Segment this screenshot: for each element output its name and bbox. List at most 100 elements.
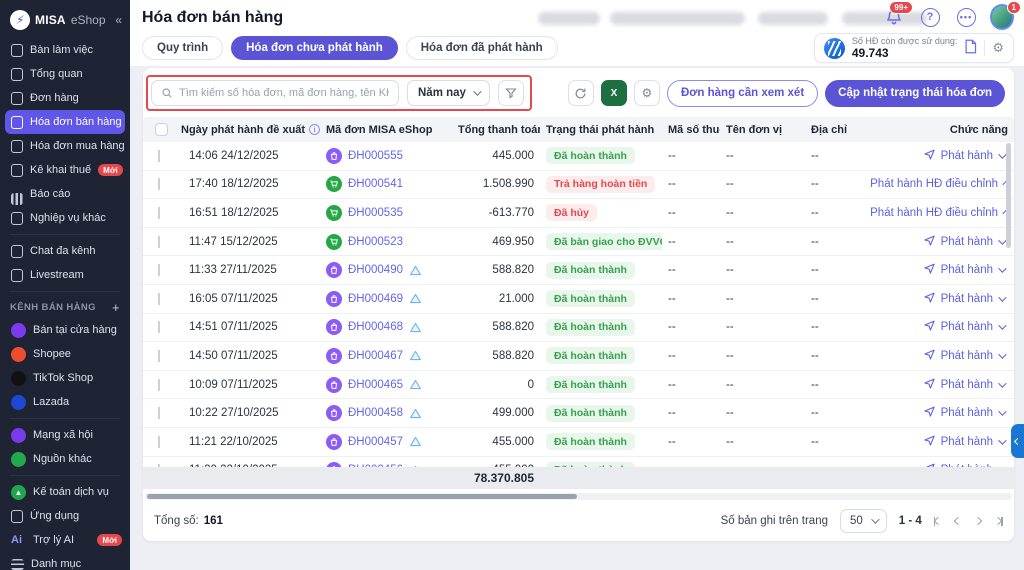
next-page-button[interactable] bbox=[975, 518, 981, 524]
row-action-button[interactable]: Phát hành HĐ điều chỉnh bbox=[870, 176, 1014, 192]
more-options-icon[interactable]: ••• bbox=[954, 5, 978, 29]
sidebar-item-report[interactable]: Báo cáo bbox=[0, 182, 130, 206]
sidebar-item-apps[interactable]: Ứng dụng bbox=[0, 504, 130, 528]
order-code-link[interactable]: ĐH000541 bbox=[348, 178, 403, 190]
sidebar-item-sales-invoice[interactable]: Hóa đơn bán hàng bbox=[5, 110, 125, 134]
period-filter-dropdown[interactable]: Năm nay bbox=[407, 80, 490, 106]
select-all-checkbox[interactable] bbox=[155, 123, 168, 136]
warning-triangle-icon[interactable] bbox=[409, 264, 422, 277]
warning-triangle-icon[interactable] bbox=[409, 349, 422, 362]
filter-funnel-button[interactable] bbox=[498, 80, 524, 106]
total-amount: 499.000 bbox=[452, 407, 540, 419]
quota-settings-gear-icon[interactable]: ⚙ bbox=[992, 40, 1004, 56]
order-code-link[interactable]: ĐH000555 bbox=[348, 150, 403, 162]
store-channel-icon bbox=[326, 462, 342, 467]
add-channel-icon[interactable]: + bbox=[112, 300, 120, 315]
vertical-scrollbar[interactable] bbox=[1006, 143, 1011, 453]
row-action-button[interactable]: Phát hành bbox=[870, 377, 1014, 393]
sidebar-item-livestream[interactable]: Livestream bbox=[0, 263, 130, 287]
notification-badge: 99+ bbox=[889, 1, 913, 14]
sidebar-collapse-icon[interactable]: « bbox=[115, 13, 122, 27]
row-action-button[interactable]: Phát hành bbox=[870, 262, 1014, 278]
update-invoice-status-button[interactable]: Cập nhật trạng thái hóa đơn bbox=[825, 80, 1005, 107]
warning-triangle-icon[interactable] bbox=[409, 378, 422, 391]
info-icon[interactable]: i bbox=[309, 124, 320, 135]
row-checkbox[interactable] bbox=[158, 293, 160, 305]
row-checkbox[interactable] bbox=[158, 264, 160, 276]
vertical-scrollbar-thumb[interactable] bbox=[1006, 143, 1011, 248]
row-checkbox[interactable] bbox=[158, 464, 160, 467]
order-code-link[interactable]: ĐH000465 bbox=[348, 379, 403, 391]
notification-bell-icon[interactable]: 99+ bbox=[882, 5, 906, 29]
sidebar-item-tiktok[interactable]: TikTok Shop bbox=[0, 366, 130, 390]
sidebar-item-shopee[interactable]: Shopee bbox=[0, 342, 130, 366]
row-checkbox[interactable] bbox=[158, 407, 160, 419]
row-action-button[interactable]: Phát hành bbox=[870, 462, 1014, 467]
row-checkbox[interactable] bbox=[158, 436, 160, 448]
collapse-panel-handle[interactable] bbox=[1011, 424, 1024, 458]
tax-icon bbox=[11, 164, 23, 177]
sidebar-item-orders[interactable]: Đơn hàng bbox=[0, 86, 130, 110]
row-checkbox[interactable] bbox=[158, 207, 160, 219]
warning-triangle-icon[interactable] bbox=[409, 464, 422, 467]
order-code-link[interactable]: ĐH000535 bbox=[348, 207, 403, 219]
row-checkbox[interactable] bbox=[158, 150, 160, 162]
row-action-button[interactable]: Phát hành bbox=[870, 405, 1014, 421]
tab-hóa-đơn-đã-phát-hành[interactable]: Hóa đơn đã phát hành bbox=[406, 36, 558, 60]
row-checkbox[interactable] bbox=[158, 178, 160, 190]
order-code-link[interactable]: ĐH000469 bbox=[348, 293, 403, 305]
row-checkbox[interactable] bbox=[158, 379, 160, 391]
horizontal-scrollbar-thumb[interactable] bbox=[147, 494, 577, 499]
warning-triangle-icon[interactable] bbox=[409, 292, 422, 305]
column-header: Tên đơn vị bbox=[720, 124, 805, 136]
row-checkbox[interactable] bbox=[158, 321, 160, 333]
last-page-button[interactable] bbox=[995, 517, 1003, 526]
review-orders-button[interactable]: Đơn hàng cần xem xét bbox=[667, 80, 818, 107]
warning-triangle-icon[interactable] bbox=[409, 435, 422, 448]
sidebar-item-lazada[interactable]: Lazada bbox=[0, 390, 130, 414]
document-icon[interactable] bbox=[964, 39, 977, 57]
row-action-button[interactable]: Phát hành bbox=[870, 234, 1014, 250]
per-page-select[interactable]: 50 bbox=[840, 509, 887, 533]
row-checkbox[interactable] bbox=[158, 350, 160, 362]
table-settings-button[interactable]: ⚙ bbox=[634, 80, 660, 106]
row-action-button[interactable]: Phát hành HĐ điều chỉnh bbox=[870, 205, 1014, 221]
prev-page-button[interactable] bbox=[955, 518, 961, 524]
search-input[interactable] bbox=[179, 87, 389, 99]
sidebar-item-purchase-invoice[interactable]: Hóa đơn mua hàng bbox=[0, 134, 130, 158]
sidebar-item-accounting[interactable]: ▲Kế toán dịch vụ bbox=[0, 480, 130, 504]
row-action-button[interactable]: Phát hành bbox=[870, 148, 1014, 164]
sidebar-item-other-ops[interactable]: Nghiệp vụ khác bbox=[0, 206, 130, 230]
refresh-button[interactable] bbox=[568, 80, 594, 106]
order-code-link[interactable]: ĐH000467 bbox=[348, 350, 403, 362]
export-excel-button[interactable]: X bbox=[601, 80, 627, 106]
sidebar-item-catalog[interactable]: Danh mục bbox=[0, 552, 130, 570]
sidebar-item-overview[interactable]: Tổng quan bbox=[0, 62, 130, 86]
user-avatar[interactable]: 1 bbox=[990, 5, 1014, 29]
order-code-link[interactable]: ĐH000456 bbox=[348, 464, 403, 467]
sidebar-item-chat[interactable]: Chat đa kênh bbox=[0, 239, 130, 263]
help-icon[interactable]: ? bbox=[918, 5, 942, 29]
tab-quy-trình[interactable]: Quy trình bbox=[142, 36, 223, 60]
sidebar-item-store-channel[interactable]: Bán tại cửa hàng bbox=[0, 318, 130, 342]
sidebar-item-workspace[interactable]: Bàn làm việc bbox=[0, 38, 130, 62]
tab-hóa-đơn-chưa-phát-hành[interactable]: Hóa đơn chưa phát hành bbox=[231, 36, 398, 60]
order-code-link[interactable]: ĐH000468 bbox=[348, 321, 403, 333]
row-checkbox[interactable] bbox=[158, 236, 160, 248]
sidebar-item-social[interactable]: Mạng xã hội bbox=[0, 423, 130, 447]
warning-triangle-icon[interactable] bbox=[409, 321, 422, 334]
order-code-link[interactable]: ĐH000458 bbox=[348, 407, 403, 419]
sidebar-item-ai[interactable]: AiTrợ lý AIMới bbox=[0, 528, 130, 552]
sidebar-item-other-source[interactable]: Nguồn khác bbox=[0, 447, 130, 471]
row-action-button[interactable]: Phát hành bbox=[870, 348, 1014, 364]
order-code-link[interactable]: ĐH000523 bbox=[348, 236, 403, 248]
sidebar-item-tax[interactable]: Kê khai thuếMới bbox=[0, 158, 130, 182]
horizontal-scrollbar[interactable] bbox=[145, 493, 1012, 500]
row-action-button[interactable]: Phát hành bbox=[870, 291, 1014, 307]
warning-triangle-icon[interactable] bbox=[409, 407, 422, 420]
order-code-link[interactable]: ĐH000490 bbox=[348, 264, 403, 276]
row-action-button[interactable]: Phát hành bbox=[870, 319, 1014, 335]
order-code-link[interactable]: ĐH000457 bbox=[348, 436, 403, 448]
first-page-button[interactable] bbox=[934, 517, 942, 526]
row-action-button[interactable]: Phát hành bbox=[870, 434, 1014, 450]
